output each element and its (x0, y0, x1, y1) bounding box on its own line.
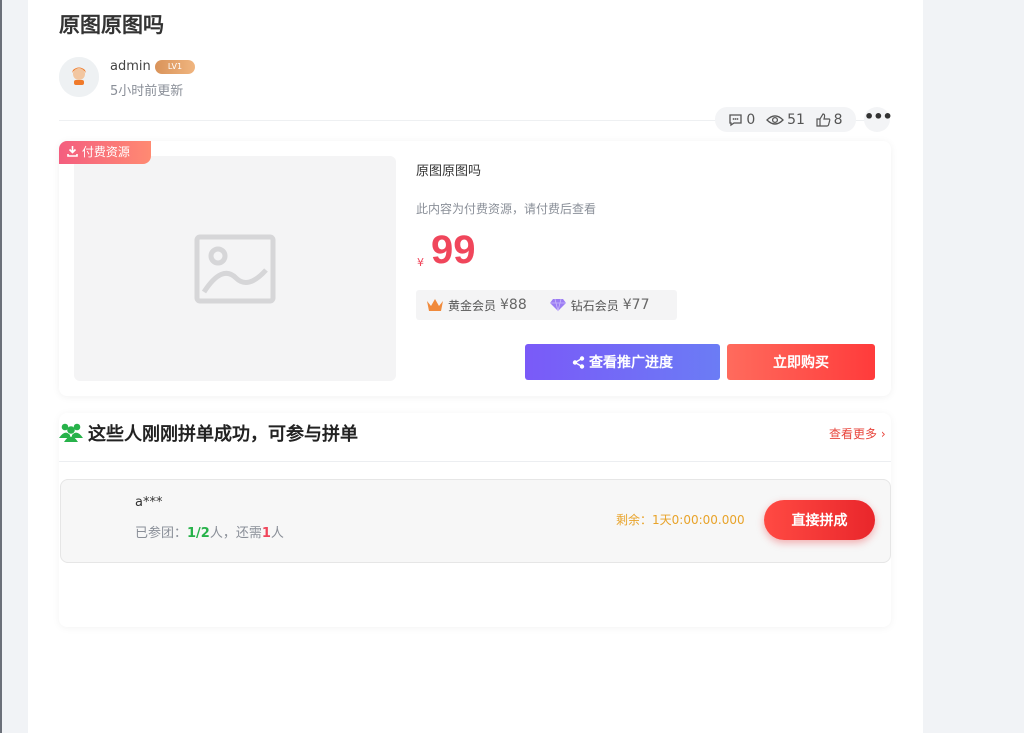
thumbs-up-icon (816, 112, 831, 127)
like-button[interactable]: 8 (816, 112, 843, 128)
vip-gold: 黄金会员 ¥88 (426, 297, 527, 314)
buy-now-button[interactable]: 立即购买 (727, 344, 875, 380)
vip-gold-name: 黄金会员 (448, 298, 497, 313)
update-time: 5小时前更新 (110, 84, 184, 99)
joined-prefix: 已参团： (135, 526, 188, 541)
paid-resource-tag: 付费资源 (59, 141, 151, 164)
view-more-label: 查看更多 (829, 427, 878, 441)
more-dots-icon: ••• (864, 107, 893, 126)
view-count: 51 (766, 112, 805, 128)
group-user: a*** (135, 495, 163, 510)
author-name[interactable]: admin (110, 59, 151, 74)
join-group-button[interactable]: 直接拼成 (764, 500, 875, 540)
group-joined-status: 已参团：1/2人，还需1人 (135, 522, 284, 541)
comment-count[interactable]: 0 (728, 112, 755, 128)
comment-count-value: 0 (746, 111, 756, 128)
resource-description: 此内容为付费资源，请付费后查看 (416, 202, 597, 216)
view-promotion-label: 查看推广进度 (589, 355, 673, 371)
chevron-right-icon: › (880, 427, 886, 441)
divider (59, 461, 891, 462)
vip-diamond-price: ¥77 (622, 297, 650, 313)
group-icon (59, 422, 83, 446)
image-placeholder-icon (194, 234, 276, 303)
comment-icon (729, 113, 743, 126)
vip-diamond-name: 钻石会员 (570, 298, 619, 313)
avatar[interactable] (59, 57, 99, 97)
view-count-value: 51 (787, 111, 805, 128)
vip-prices: 黄金会员 ¥88 钻石会员 ¥77 (416, 290, 677, 320)
price: 99 (431, 228, 476, 272)
joined-count: 1/2 (187, 526, 210, 541)
download-icon (67, 146, 78, 157)
level-badge: LV1 (155, 60, 195, 74)
paid-resource-tag-label: 付费资源 (81, 145, 130, 159)
needed-count: 1 (261, 526, 271, 541)
post-title: 原图原图吗 (59, 13, 164, 37)
vip-gold-price: ¥88 (500, 297, 527, 313)
page-background (923, 0, 1024, 733)
like-count-value: 8 (833, 111, 843, 128)
view-more-link[interactable]: 查看更多 › (829, 425, 886, 442)
crown-icon (427, 299, 443, 311)
users-icon (59, 423, 83, 442)
eye-icon (766, 114, 784, 125)
view-promotion-button[interactable]: 查看推广进度 (525, 344, 720, 380)
currency-symbol: ¥ (417, 256, 424, 269)
share-icon (572, 355, 585, 369)
window-edge (0, 0, 2, 733)
join-group-label: 直接拼成 (791, 513, 848, 529)
group-buy-title: 这些人刚刚拼单成功，可参与拼单 (88, 424, 358, 445)
vip-diamond: 钻石会员 ¥77 (549, 297, 650, 314)
avatar-icon (59, 57, 99, 97)
post-stats: 0 51 8 (715, 107, 856, 132)
remaining-time: 剩余：1天0:00:00.000 (616, 513, 745, 527)
buy-now-label: 立即购买 (773, 355, 829, 371)
resource-title: 原图原图吗 (416, 164, 482, 179)
more-options-button[interactable]: ••• (864, 107, 893, 132)
joined-suffix: 人 (270, 526, 284, 541)
diamond-icon (549, 298, 566, 312)
joined-mid: 人，还需 (209, 526, 262, 541)
resource-thumbnail[interactable] (74, 156, 396, 381)
